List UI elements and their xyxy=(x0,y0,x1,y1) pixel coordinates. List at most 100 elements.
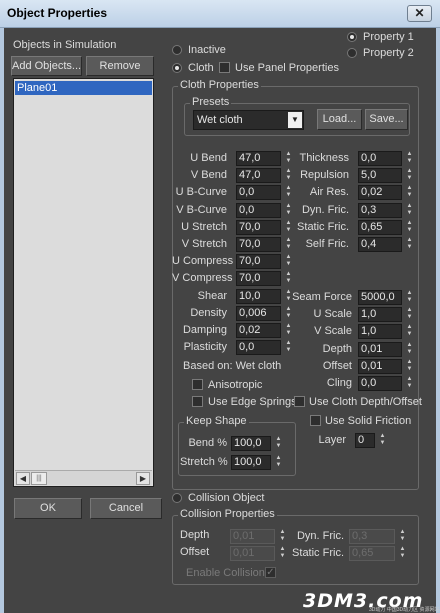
spinner-arrows-icon[interactable]: ▲ ▼ xyxy=(284,271,293,286)
enable-collisions-checkbox[interactable]: ✓ xyxy=(265,567,276,578)
use-edge-springs-checkbox[interactable] xyxy=(192,396,203,407)
property2-radio[interactable] xyxy=(347,48,357,58)
param-field[interactable]: 0,02 xyxy=(236,323,281,338)
param-field[interactable]: 0,01 xyxy=(358,358,402,374)
load-preset-button[interactable]: Load... xyxy=(317,109,362,130)
remove-button[interactable]: Remove xyxy=(86,56,154,76)
horizontal-scrollbar[interactable]: ◀ ||| ▶ xyxy=(15,470,152,485)
param-label: Offset xyxy=(322,359,352,372)
use-panel-properties-checkbox[interactable] xyxy=(219,62,230,73)
spinner-arrows-icon[interactable]: ▲ ▼ xyxy=(405,151,414,166)
anisotropic-checkbox[interactable] xyxy=(192,379,203,390)
param-label: Self Fric. xyxy=(305,238,349,250)
param-field[interactable]: 5000,0 xyxy=(358,290,402,305)
param-label: Repulsion xyxy=(300,169,349,182)
inactive-radio[interactable] xyxy=(172,45,182,55)
collision-dyn-fric-spinner-icon[interactable]: ▲ ▼ xyxy=(398,529,407,544)
param-field[interactable]: 0,65 xyxy=(358,219,402,235)
collision-dyn-fric-field[interactable]: 0,3 xyxy=(349,529,395,544)
list-item[interactable]: Plane01 xyxy=(15,81,152,95)
spinner-arrows-icon[interactable]: ▲ ▼ xyxy=(405,168,414,183)
param-field[interactable]: 10,0 xyxy=(236,288,281,304)
param-label: Thickness xyxy=(299,152,349,164)
param-field[interactable]: 70,0 xyxy=(236,219,281,235)
spinner-arrows-icon[interactable]: ▲ ▼ xyxy=(405,185,414,200)
bend-percent-label: Bend % xyxy=(188,437,227,449)
objects-list[interactable]: Plane01 ◀ ||| ▶ xyxy=(13,78,154,487)
param-field[interactable]: 1,0 xyxy=(358,324,402,340)
use-solid-friction-checkbox[interactable] xyxy=(310,415,321,426)
spinner-arrows-icon[interactable]: ▲ ▼ xyxy=(405,307,414,322)
window-frame-left xyxy=(0,28,4,613)
param-field[interactable]: 47,0 xyxy=(236,151,281,166)
collision-static-fric-spinner-icon[interactable]: ▲ ▼ xyxy=(398,546,407,561)
collision-offset-field[interactable]: 0,01 xyxy=(230,546,275,561)
spinner-arrows-icon[interactable]: ▲ ▼ xyxy=(405,290,414,305)
bend-spinner-icon[interactable]: ▲ ▼ xyxy=(274,436,283,451)
inactive-label: Inactive xyxy=(188,44,226,56)
layer-spinner-icon[interactable]: ▲ ▼ xyxy=(378,433,387,448)
cancel-button[interactable]: Cancel xyxy=(90,498,162,519)
spinner-arrows-icon[interactable]: ▲ ▼ xyxy=(405,342,414,357)
param-field[interactable]: 5,0 xyxy=(358,168,402,184)
param-field[interactable]: 0,0 xyxy=(236,202,281,218)
use-cloth-depth-checkbox[interactable] xyxy=(294,396,305,407)
save-preset-button[interactable]: Save... xyxy=(365,109,408,130)
param-field[interactable]: 0,0 xyxy=(358,376,402,391)
based-on-text: Based on: Wet cloth xyxy=(183,360,282,372)
spinner-arrows-icon[interactable]: ▲ ▼ xyxy=(405,220,414,235)
param-field[interactable]: 70,0 xyxy=(236,271,281,287)
use-cloth-depth-label: Use Cloth Depth/Offset xyxy=(309,396,422,408)
spinner-arrows-icon[interactable]: ▲ ▼ xyxy=(405,324,414,339)
param-field[interactable]: 0,0 xyxy=(358,151,402,166)
param-label: Seam Force xyxy=(292,291,352,303)
window-title: Object Properties xyxy=(7,6,108,20)
spinner-arrows-icon[interactable]: ▲ ▼ xyxy=(405,237,414,252)
scroll-right-icon[interactable]: ▶ xyxy=(136,472,150,485)
preset-dropdown[interactable]: Wet cloth ▼ xyxy=(193,110,304,130)
collision-offset-spinner-icon[interactable]: ▲ ▼ xyxy=(278,546,287,561)
param-field[interactable]: 0,0 xyxy=(236,185,281,201)
collision-depth-field[interactable]: 0,01 xyxy=(230,529,275,544)
collision-depth-spinner-icon[interactable]: ▲ ▼ xyxy=(278,529,287,544)
param-field[interactable]: 0,01 xyxy=(358,341,402,357)
param-field[interactable]: 47,0 xyxy=(236,168,281,184)
spinner-arrows-icon[interactable]: ▲ ▼ xyxy=(405,376,414,391)
scroll-thumb[interactable]: ||| xyxy=(31,472,47,485)
param-label: V Compress xyxy=(172,272,233,285)
param-field[interactable]: 0,4 xyxy=(358,237,402,252)
stretch-percent-field[interactable]: 100,0 xyxy=(231,455,271,470)
param-field[interactable]: 70,0 xyxy=(236,254,281,270)
ok-button[interactable]: OK xyxy=(14,498,82,519)
param-field[interactable]: 0,3 xyxy=(358,202,402,218)
param-field[interactable]: 1,0 xyxy=(358,307,402,323)
param-label: V Stretch xyxy=(181,238,227,250)
param-field[interactable]: 70,0 xyxy=(236,237,281,252)
add-objects-button[interactable]: Add Objects... xyxy=(11,56,82,76)
property2-label: Property 2 xyxy=(363,47,414,59)
use-panel-properties-label: Use Panel Properties xyxy=(235,62,339,74)
scroll-left-icon[interactable]: ◀ xyxy=(16,472,30,485)
layer-field[interactable]: 0 xyxy=(355,433,375,448)
param-field[interactable]: 0,02 xyxy=(358,185,402,201)
spinner-arrows-icon[interactable]: ▲ ▼ xyxy=(284,254,293,269)
collision-object-radio[interactable] xyxy=(172,493,182,503)
close-icon: ✕ xyxy=(414,6,425,20)
close-button[interactable]: ✕ xyxy=(407,5,432,22)
param-label: U Compress xyxy=(172,255,234,268)
dropdown-arrow-icon[interactable]: ▼ xyxy=(288,112,302,128)
cloth-radio[interactable] xyxy=(172,63,182,73)
spinner-arrows-icon[interactable]: ▲ ▼ xyxy=(405,359,414,374)
param-label: V Bend xyxy=(190,169,227,182)
stretch-percent-label: Stretch % xyxy=(180,456,228,468)
bend-percent-field[interactable]: 100,0 xyxy=(231,436,271,451)
watermark-subtitle: 3D动力 中国3D动力区 资源网站 xyxy=(369,607,440,613)
layer-label: Layer xyxy=(318,434,346,446)
param-field[interactable]: 0,0 xyxy=(236,340,281,356)
spinner-arrows-icon[interactable]: ▲ ▼ xyxy=(405,203,414,218)
param-field[interactable]: 0,006 xyxy=(236,305,281,321)
param-label: Plasticity xyxy=(183,341,227,354)
property1-radio[interactable] xyxy=(347,32,357,42)
stretch-spinner-icon[interactable]: ▲ ▼ xyxy=(274,455,283,470)
collision-static-fric-field[interactable]: 0,65 xyxy=(349,546,395,561)
